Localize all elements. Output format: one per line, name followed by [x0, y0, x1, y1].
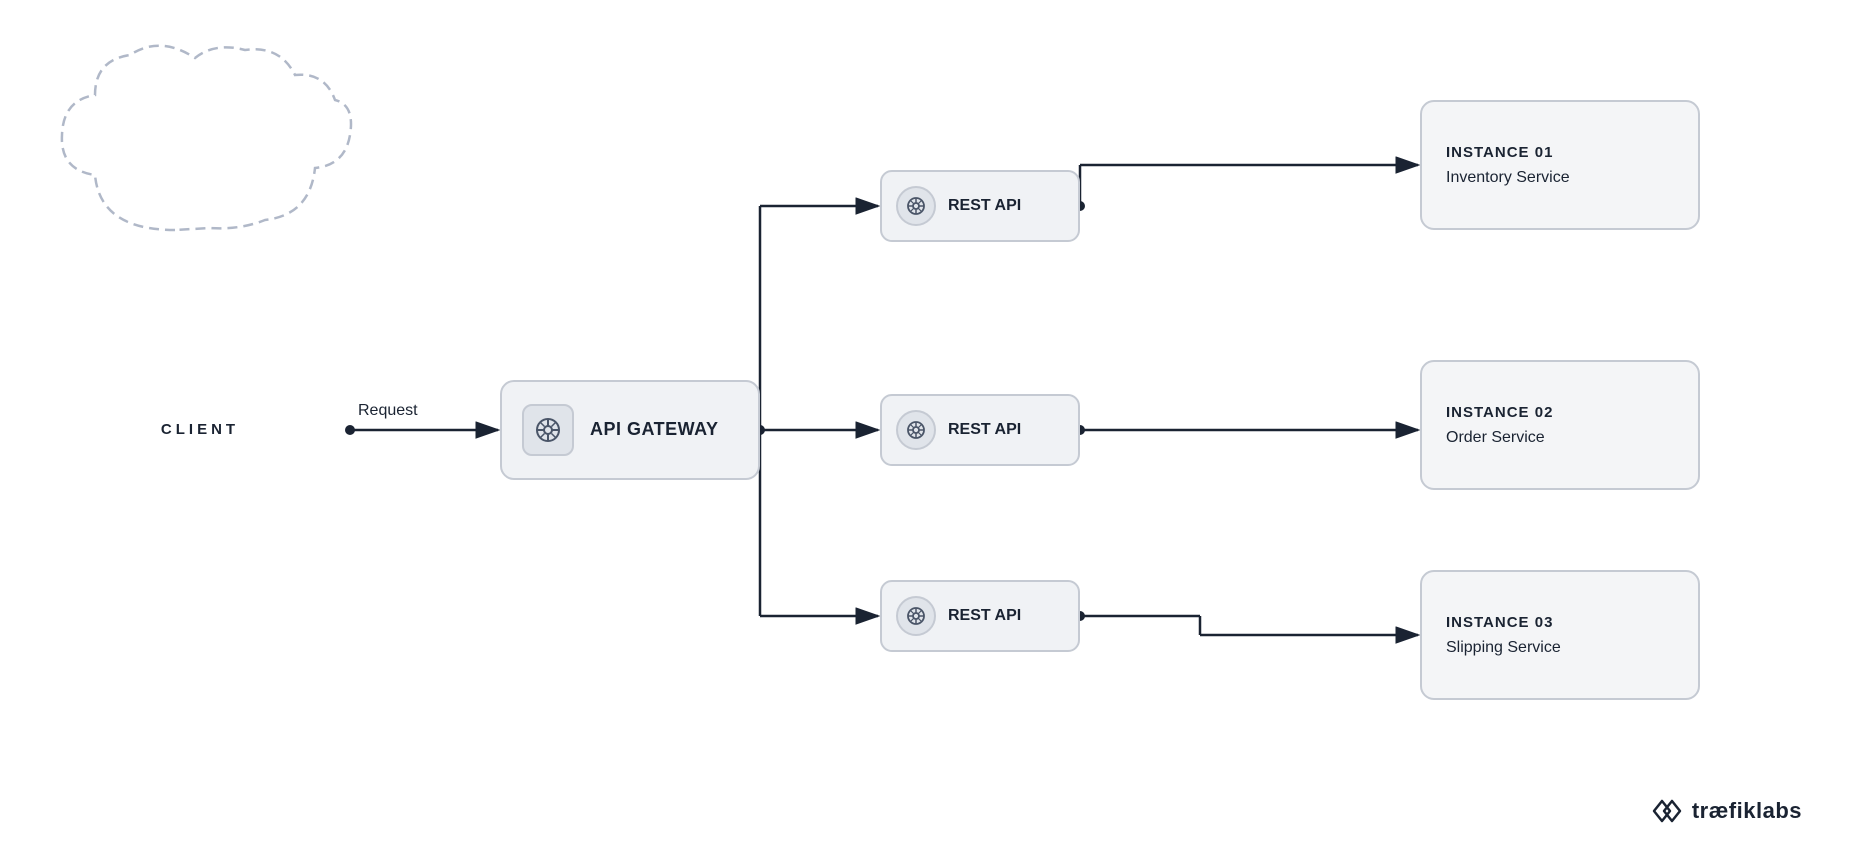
traefik-logo-text: træfiklabs [1692, 798, 1802, 824]
client-label: CLIENT [161, 421, 239, 438]
instance-service-2: Order Service [1446, 429, 1674, 447]
rest-label-3: REST API [948, 607, 1021, 625]
traefik-logo-icon [1650, 793, 1686, 829]
instance-number-3: INSTANCE 03 [1446, 614, 1674, 631]
instance-service-1: Inventory Service [1446, 169, 1674, 187]
instance-number-2: INSTANCE 02 [1446, 404, 1674, 421]
rest-api-node-1: REST API [880, 170, 1080, 242]
instance-node-1: INSTANCE 01 Inventory Service [1420, 100, 1700, 230]
gateway-node: API GATEWAY [500, 380, 760, 480]
client-node: CLIENT [60, 330, 340, 530]
instance-number-1: INSTANCE 01 [1446, 144, 1674, 161]
rest-icon-1 [896, 186, 936, 226]
cloud-shape [62, 46, 351, 230]
rest-label-2: REST API [948, 421, 1021, 439]
instance-service-3: Slipping Service [1446, 639, 1674, 657]
rest-api-node-2: REST API [880, 394, 1080, 466]
instance-node-3: INSTANCE 03 Slipping Service [1420, 570, 1700, 700]
client-dot [345, 425, 355, 435]
rest-label-1: REST API [948, 197, 1021, 215]
request-label: Request [358, 402, 418, 420]
gateway-icon [522, 404, 574, 456]
rest-api-node-3: REST API [880, 580, 1080, 652]
instance-node-2: INSTANCE 02 Order Service [1420, 360, 1700, 490]
rest-icon-2 [896, 410, 936, 450]
rest-icon-3 [896, 596, 936, 636]
gateway-label: API GATEWAY [590, 419, 719, 440]
traefik-logo: træfiklabs [1650, 793, 1802, 829]
diagram-container: CLIENT Request API GATEWAY [0, 0, 1852, 859]
